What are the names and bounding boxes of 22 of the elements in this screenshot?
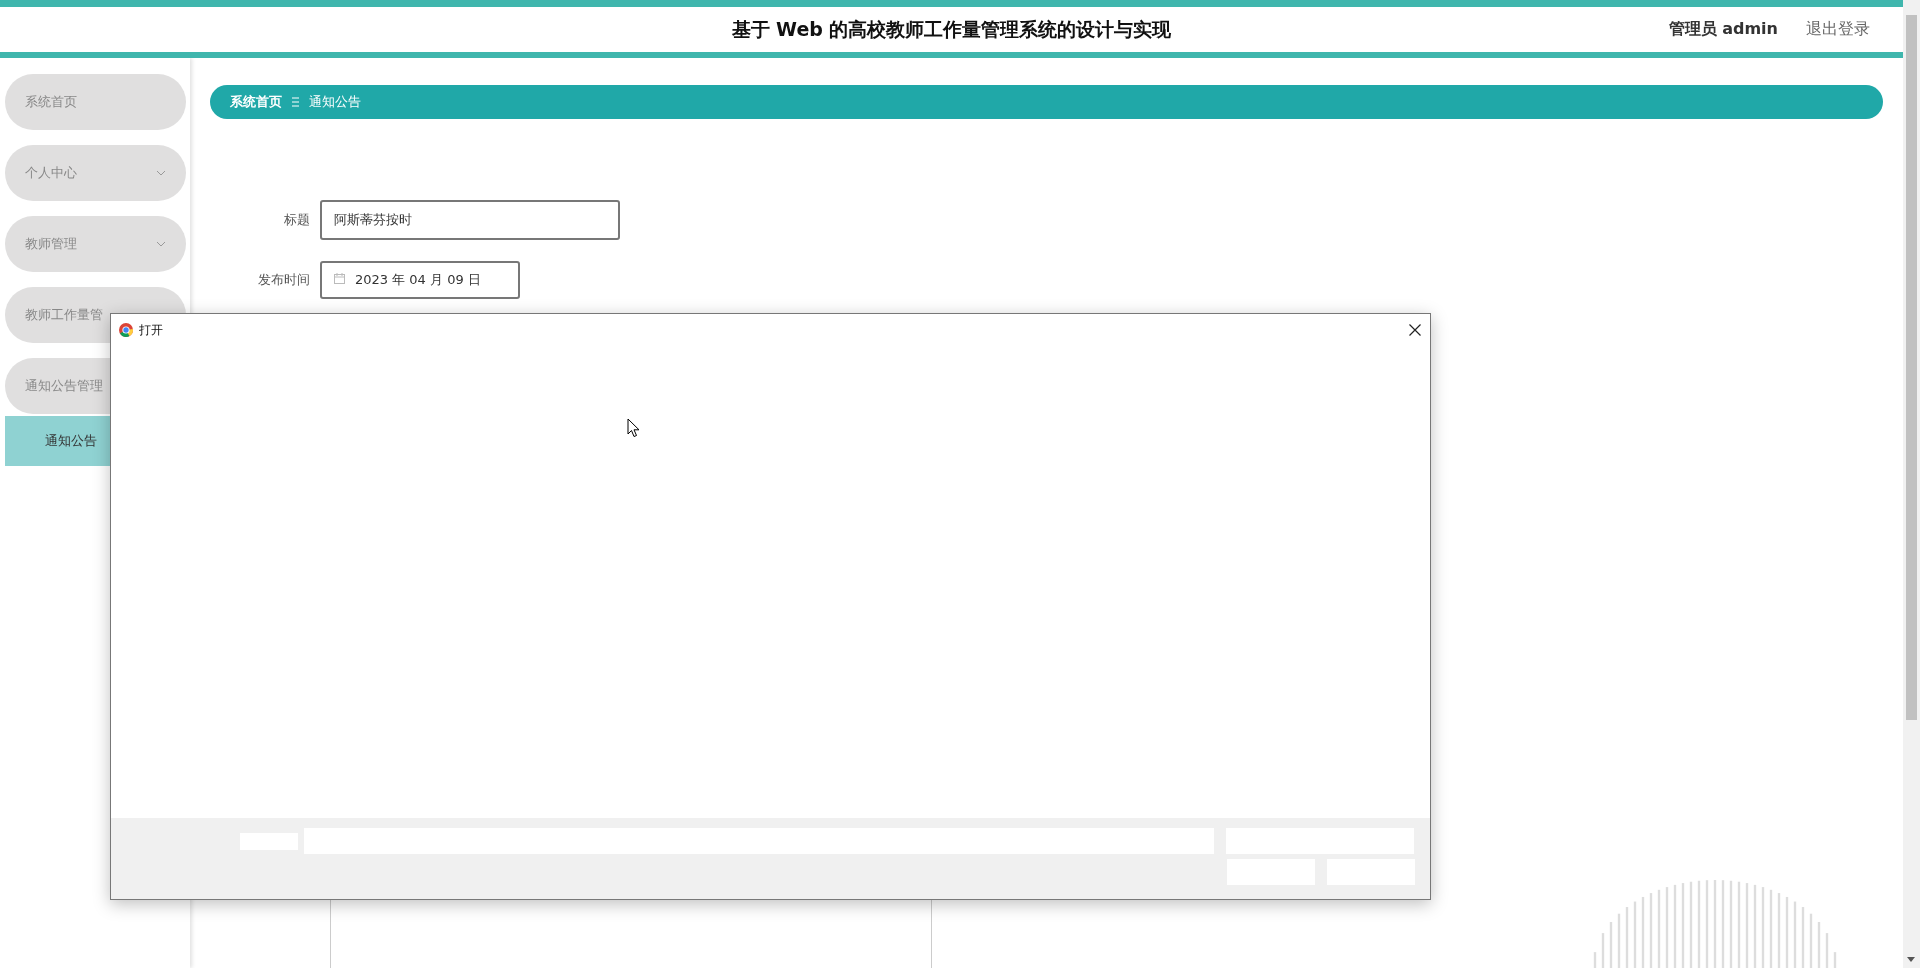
user-label: 管理员 admin — [1668, 19, 1778, 40]
sidebar-item[interactable]: 个人中心 — [5, 145, 186, 201]
field-label: 发布时间 — [257, 271, 311, 289]
scrollbar[interactable] — [1903, 0, 1920, 968]
menu-icon — [292, 97, 299, 107]
title-input[interactable]: 阿斯蒂芬按时 — [320, 200, 620, 240]
browser-icon — [119, 323, 133, 337]
app-title: 基于 Web 的高校教师工作量管理系统的设计与实现 — [731, 16, 1172, 42]
date-input[interactable]: 2023 年 04 月 09 日 — [320, 261, 520, 299]
calendar-icon — [334, 273, 345, 284]
chevron-icon — [156, 241, 166, 247]
breadcrumb-link[interactable]: 通知公告 — [309, 93, 361, 111]
cursor-icon — [627, 418, 640, 438]
sidebar-item[interactable]: 教师管理 — [5, 216, 186, 272]
dialog-title: 打开 — [139, 321, 163, 339]
logout-link[interactable]: 退出登录 — [1806, 19, 1870, 40]
breadcrumb-link[interactable]: 系统首页 — [230, 93, 282, 111]
sidebar-item[interactable]: 系统首页 — [5, 74, 186, 130]
field-label: 标题 — [283, 211, 311, 229]
scroll-down-icon[interactable] — [1907, 957, 1915, 962]
chevron-icon — [156, 170, 166, 176]
close-icon[interactable] — [1409, 324, 1421, 336]
